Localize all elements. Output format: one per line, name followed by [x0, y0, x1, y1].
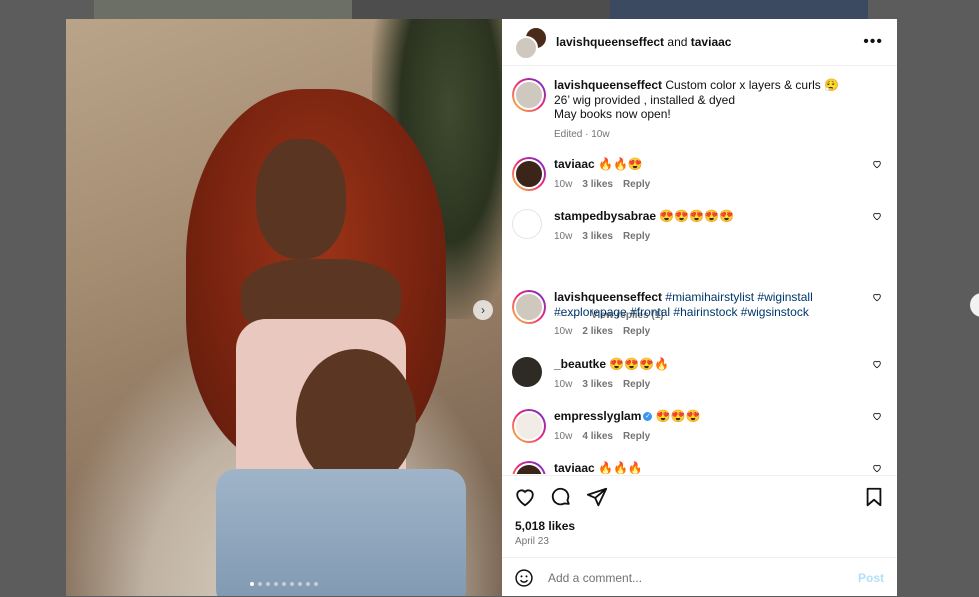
heart-icon[interactable]	[872, 292, 882, 302]
joiner-text: and	[667, 35, 688, 49]
comment-text: 😍😍😍	[655, 409, 701, 423]
chevron-right-icon: ›	[481, 303, 485, 317]
verified-icon: ✓	[643, 412, 653, 422]
comment-likes[interactable]: 3 likes	[582, 378, 613, 393]
background-thumbnail-strip	[610, 0, 868, 19]
avatar[interactable]	[512, 357, 542, 387]
carousel-dot	[314, 582, 318, 586]
heart-icon[interactable]	[872, 463, 882, 473]
comment-username[interactable]: taviaac	[554, 157, 595, 171]
carousel-dot	[306, 582, 310, 586]
caption-meta: Edited · 10w	[554, 128, 610, 140]
comment-time: 10w	[554, 230, 573, 242]
heart-icon[interactable]	[514, 486, 536, 508]
comment-likes[interactable]: 3 likes	[582, 230, 613, 245]
reply-button[interactable]: Reply	[623, 430, 650, 445]
reply-button[interactable]: Reply	[623, 378, 650, 393]
post-header: lavishqueenseffect and taviaac •••	[502, 19, 897, 66]
carousel-dot	[282, 582, 286, 586]
carousel-dot	[258, 582, 262, 586]
caption-text: Custom color x layers & curls 😮‍💨	[665, 78, 840, 92]
avatar[interactable]	[512, 78, 546, 112]
reply-button[interactable]: Reply	[623, 178, 650, 193]
next-post-button[interactable]	[970, 293, 979, 317]
heart-icon[interactable]	[872, 359, 882, 369]
comment-username[interactable]: _beautke	[554, 357, 606, 371]
reply-button[interactable]: Reply	[623, 230, 650, 245]
comment-likes[interactable]: 3 likes	[582, 178, 613, 193]
comment-input[interactable]	[546, 569, 840, 586]
caption-text: May books now open!	[554, 107, 671, 121]
post-date: April 23	[515, 536, 549, 547]
comment-time: 10w	[554, 430, 573, 442]
avatar[interactable]	[512, 409, 546, 443]
share-icon[interactable]	[586, 486, 608, 508]
comment-text: 🔥🔥😍	[598, 157, 643, 171]
likes-count[interactable]: 5,018 likes	[515, 519, 575, 533]
add-comment-bar: Post	[502, 557, 897, 597]
background-thumbnail-strip	[352, 0, 610, 19]
next-image-button[interactable]: ›	[473, 300, 493, 320]
comment-likes[interactable]: 2 likes	[582, 325, 613, 340]
comment-text: 😍😍😍🔥	[609, 357, 670, 371]
face	[256, 139, 346, 259]
heart-icon[interactable]	[872, 411, 882, 421]
avatar[interactable]	[512, 461, 546, 474]
comment-text: 😍😍😍😍😍	[659, 209, 735, 223]
comments-list[interactable]: lavishqueenseffect Custom color x layers…	[502, 66, 897, 474]
comment-likes[interactable]: 4 likes	[582, 430, 613, 445]
carousel-dot	[250, 582, 254, 586]
carousel-dot	[298, 582, 302, 586]
comment-icon[interactable]	[550, 486, 572, 508]
heart-icon[interactable]	[872, 159, 882, 169]
carousel-dot	[274, 582, 278, 586]
comment-username[interactable]: lavishqueenseffect	[554, 290, 662, 304]
comment-time: 10w	[554, 326, 573, 337]
caption-username[interactable]: lavishqueenseffect	[554, 78, 662, 92]
arm	[296, 349, 416, 489]
avatar	[514, 36, 538, 60]
comment-time: 10w	[554, 378, 573, 390]
more-icon[interactable]: •••	[863, 33, 883, 51]
comment-username[interactable]: stampedbysabrae	[554, 209, 656, 223]
emoji-icon[interactable]	[514, 568, 534, 588]
collab-avatars[interactable]	[514, 26, 548, 60]
reply-button[interactable]: Reply	[623, 325, 650, 340]
comment-username[interactable]: taviaac	[554, 461, 595, 474]
carousel-dot	[290, 582, 294, 586]
carousel-dots	[250, 582, 318, 586]
heart-icon[interactable]	[872, 211, 882, 221]
bookmark-icon[interactable]	[863, 486, 885, 508]
author-username[interactable]: lavishqueenseffect	[556, 35, 664, 49]
caption-text: 26’ wig provided , installed & dyed	[554, 92, 735, 107]
avatar[interactable]	[512, 157, 546, 191]
collab-authors: lavishqueenseffect and taviaac	[556, 35, 731, 49]
comment-username[interactable]: empresslyglam	[554, 409, 641, 423]
comment-time: 10w	[554, 178, 573, 190]
jeans	[216, 469, 466, 596]
background-thumbnail-strip	[94, 0, 352, 19]
avatar[interactable]	[512, 290, 546, 324]
post-button[interactable]: Post	[858, 571, 884, 585]
author-username[interactable]: taviaac	[691, 35, 732, 49]
comment-text: 🔥🔥🔥	[598, 461, 643, 474]
post-image	[66, 19, 502, 596]
avatar[interactable]	[512, 209, 542, 239]
carousel-dot	[266, 582, 270, 586]
post-details-panel: lavishqueenseffect and taviaac ••• lavis…	[502, 19, 897, 596]
